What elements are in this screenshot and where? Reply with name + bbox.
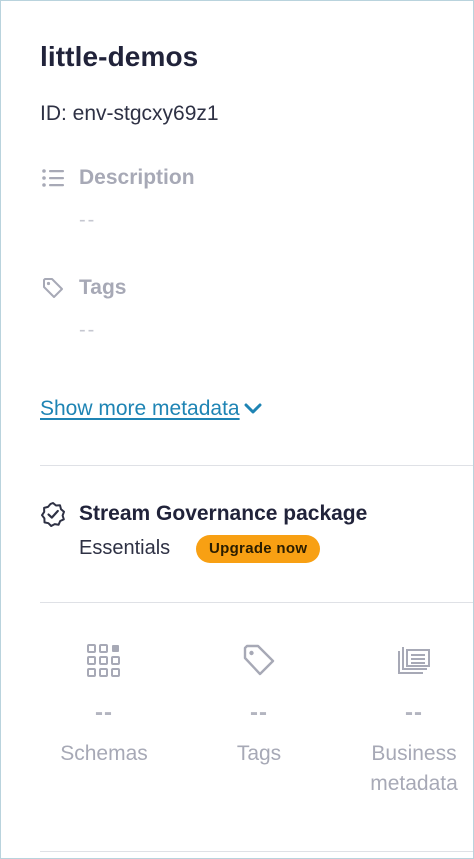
stat-tags: -- Tags [184, 641, 334, 769]
chevron-down-icon[interactable] [243, 402, 263, 421]
stat-label: Business metadata [370, 742, 458, 796]
upgrade-now-button[interactable]: Upgrade now [196, 535, 321, 563]
tags-value: -- [79, 319, 97, 341]
stat-schemas: -- Schemas [29, 641, 179, 769]
governance-title: Stream Governance package [79, 502, 368, 525]
divider [40, 602, 473, 603]
verified-badge-icon [40, 501, 66, 527]
grid-icon [86, 643, 122, 679]
stat-label: Schemas [60, 742, 148, 765]
environment-id: ID: env-stgcxy69z1 [40, 102, 219, 125]
list-icon [40, 165, 66, 191]
stat-label: Tags [236, 742, 282, 765]
description-label: Description [79, 166, 195, 189]
tag-icon [241, 643, 277, 679]
stacked-cards-icon [396, 643, 432, 679]
show-more-metadata-label[interactable]: Show more metadata [40, 397, 240, 421]
environment-name: little-demos [40, 41, 199, 72]
description-value: -- [79, 209, 97, 231]
tags-label: Tags [79, 276, 127, 299]
governance-header: Stream Governance package [40, 501, 367, 527]
stat-count: -- [250, 699, 268, 726]
details-panel: little-demos ID: env-stgcxy69z1 Descript… [0, 0, 474, 859]
governance-tier: Essentials [79, 537, 171, 559]
description-header: Description [40, 165, 195, 191]
stat-count: -- [95, 699, 113, 726]
tags-header: Tags [40, 275, 126, 301]
tag-icon [40, 275, 66, 301]
stat-business-metadata: -- Business metadata [339, 641, 474, 800]
show-more-metadata-link[interactable]: Show more metadata [40, 397, 263, 421]
divider [40, 465, 473, 466]
divider [40, 851, 473, 852]
stat-count: -- [405, 699, 423, 726]
